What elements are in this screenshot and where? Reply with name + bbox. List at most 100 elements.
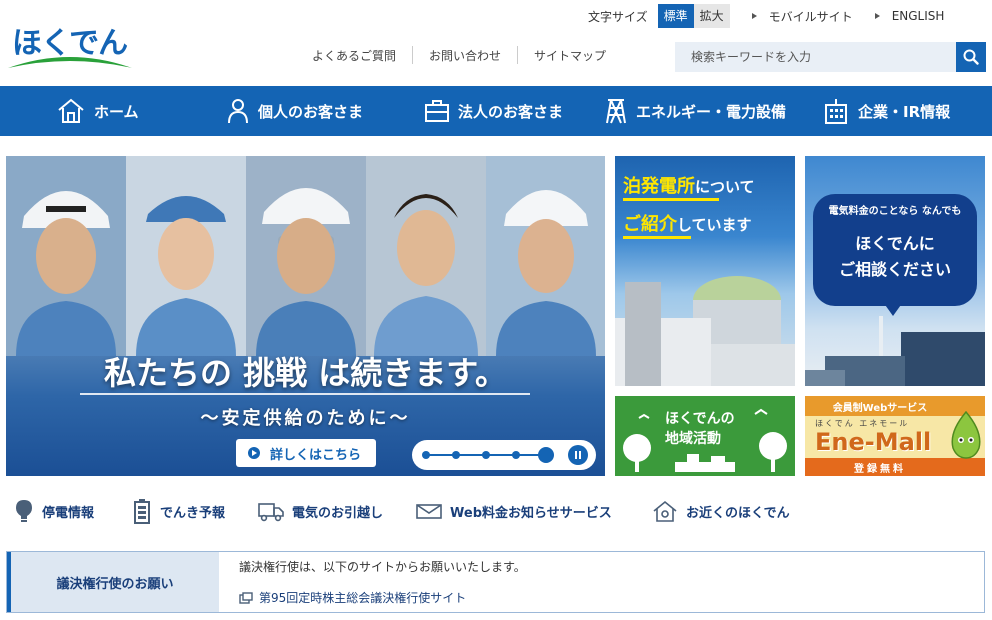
consultation-line1: 電気料金のことなら なんでも (828, 206, 962, 217)
mobile-site-label: モバイルサイト (768, 9, 853, 24)
notice-text: 議決権行使は、以下のサイトからお願いいたします。 (239, 560, 526, 574)
nav-business-label: 法人のお客さま (458, 102, 564, 121)
quick-nearby-label: お近くのほくでん (686, 505, 790, 521)
hero-subtitle: 〜安定供給のために〜 (200, 408, 411, 429)
carousel-controls (412, 440, 596, 470)
faq-link[interactable]: よくあるご質問 (296, 47, 412, 64)
logo-swoosh-icon (8, 57, 132, 68)
hero-details-label: 詳しくはこちら (270, 447, 362, 463)
tomari-line1: 泊発電所について (623, 172, 755, 198)
search-box (675, 42, 986, 72)
nav-home-label: ホーム (94, 102, 139, 121)
carousel-dot-3[interactable] (482, 451, 490, 459)
light-bulb-icon (16, 500, 32, 522)
worker-photo (486, 156, 605, 356)
play-circle-icon (248, 447, 260, 459)
consultation-banner[interactable]: 電気料金のことなら なんでも ほくでんに ご相談ください (805, 156, 985, 386)
nav-business[interactable]: 法人のお客さま (424, 86, 563, 136)
search-input[interactable] (675, 42, 956, 72)
english-link[interactable]: ENGLISH (874, 9, 945, 23)
quick-forecast-label: でんき予報 (160, 505, 226, 521)
nav-home[interactable]: ホーム (56, 86, 139, 136)
enemall-bottom-text: 登録無料 (854, 464, 906, 475)
speech-bubble-tail (883, 302, 903, 316)
tomari-line1-strong: 泊発電所 (623, 176, 695, 197)
hero-carousel[interactable]: 私たちの 挑戦 は続きます。 〜安定供給のために〜 詳しくはこちら (6, 156, 605, 476)
notice-body: 議決権行使は、以下のサイトからお願いいたします。 第95回定時株主総会議決権行使… (219, 552, 526, 612)
person-icon (228, 99, 248, 124)
nav-personal-label: 個人のお客さま (258, 102, 364, 121)
tomari-line2: ご紹介しています (623, 210, 752, 236)
hokuden-logo[interactable]: ほくでん (6, 18, 134, 72)
tomari-line2-rest: しています (677, 216, 752, 234)
battery-icon (134, 499, 150, 524)
quick-outage-label: 停電情報 (42, 505, 95, 521)
community-line1: ほくでんの (665, 411, 735, 427)
notice-heading: 議決権行使のお願い (7, 552, 219, 612)
consultation-line3: ご相談ください (838, 260, 951, 279)
header: ほくでん 文字サイズ 標準 拡大 モバイルサイト ENGLISH よくあるご質問… (0, 0, 992, 86)
voting-notice: 議決権行使のお願い 議決権行使は、以下のサイトからお願いいたします。 第95回定… (6, 551, 985, 613)
nav-energy[interactable]: エネルギー・電力設備 (604, 86, 786, 136)
utility-bar: 文字サイズ 標準 拡大 モバイルサイト ENGLISH (588, 4, 944, 28)
home-icon (58, 98, 84, 123)
nav-energy-label: エネルギー・電力設備 (636, 102, 787, 121)
building-icon (825, 99, 847, 124)
enemall-top-text: 会員制Webサービス (832, 403, 928, 414)
hero-title: 私たちの 挑戦 は続きます。 (103, 354, 508, 392)
carousel-dot-5[interactable] (538, 447, 554, 463)
sub-links: よくあるご質問 お問い合わせ サイトマップ (296, 44, 622, 66)
quick-outage[interactable]: 停電情報 (14, 496, 94, 526)
community-activity-banner[interactable]: ほくでんの 地域活動 (615, 396, 795, 476)
web-bill-icon (416, 504, 442, 519)
quick-nearby[interactable]: お近くのほくでん (652, 496, 790, 526)
font-size-standard-button[interactable]: 標準 (657, 4, 694, 28)
nav-corporate[interactable]: 企業・IR情報 (822, 86, 950, 136)
power-tower-icon (606, 99, 626, 124)
quick-moving[interactable]: 電気のお引越し (258, 496, 383, 526)
carousel-dot-2[interactable] (452, 451, 460, 459)
external-link-icon (239, 591, 253, 604)
worker-photo (246, 156, 366, 356)
font-size-label: 文字サイズ (588, 9, 648, 24)
quick-web-bill-label: Web料金お知らせサービス (450, 505, 612, 521)
nav-personal[interactable]: 個人のお客さま (226, 86, 363, 136)
quick-web-bill[interactable]: Web料金お知らせサービス (416, 496, 612, 526)
carousel-dot-4[interactable] (512, 451, 520, 459)
truck-icon (258, 503, 284, 522)
enemall-banner[interactable]: 会員制Webサービス ほくでん エネモール Ene-Mall 登録無料 (805, 396, 985, 476)
power-plant-illustration (615, 276, 795, 386)
font-size-large-button[interactable]: 拡大 (693, 4, 730, 28)
worker-photo (6, 156, 126, 356)
tomari-line1-rest: について (695, 178, 755, 196)
consultation-line2: ほくでんに (855, 234, 935, 253)
underline (623, 236, 691, 239)
briefcase-icon (425, 100, 449, 122)
carousel-dot-1[interactable] (422, 451, 430, 459)
hero-divider (80, 393, 530, 395)
worker-photo (366, 156, 486, 356)
arrow-right-icon (751, 13, 757, 19)
contact-link[interactable]: お問い合わせ (413, 47, 517, 64)
tomari-line2-strong: ご紹介 (623, 214, 677, 235)
underline (623, 198, 719, 201)
tomari-power-station-banner[interactable]: 泊発電所について ご紹介しています (615, 156, 795, 386)
house-pin-icon (653, 500, 677, 522)
arrow-right-icon (874, 13, 880, 19)
hero-details-button[interactable]: 詳しくはこちら (236, 439, 376, 467)
search-button[interactable] (956, 42, 986, 72)
english-label: ENGLISH (891, 9, 945, 23)
enemall-logo: Ene-Mall (815, 428, 932, 456)
quick-moving-label: 電気のお引越し (292, 505, 384, 521)
search-icon (963, 49, 979, 65)
pause-icon[interactable] (568, 445, 588, 465)
worker-photo (126, 156, 246, 356)
mobile-site-link[interactable]: モバイルサイト (751, 8, 853, 25)
nav-corporate-label: 企業・IR情報 (858, 102, 951, 121)
quick-forecast[interactable]: でんき予報 (132, 496, 225, 526)
community-line2: 地域活動 (665, 431, 721, 447)
sitemap-link[interactable]: サイトマップ (518, 47, 622, 64)
mascot-icon (951, 410, 981, 459)
global-nav: ホーム 個人のお客さま 法人のお客さま エネルギー・電力設備 企業・IR情報 (0, 86, 992, 136)
voting-site-link[interactable]: 第95回定時株主総会議決権行使サイト (239, 589, 526, 606)
